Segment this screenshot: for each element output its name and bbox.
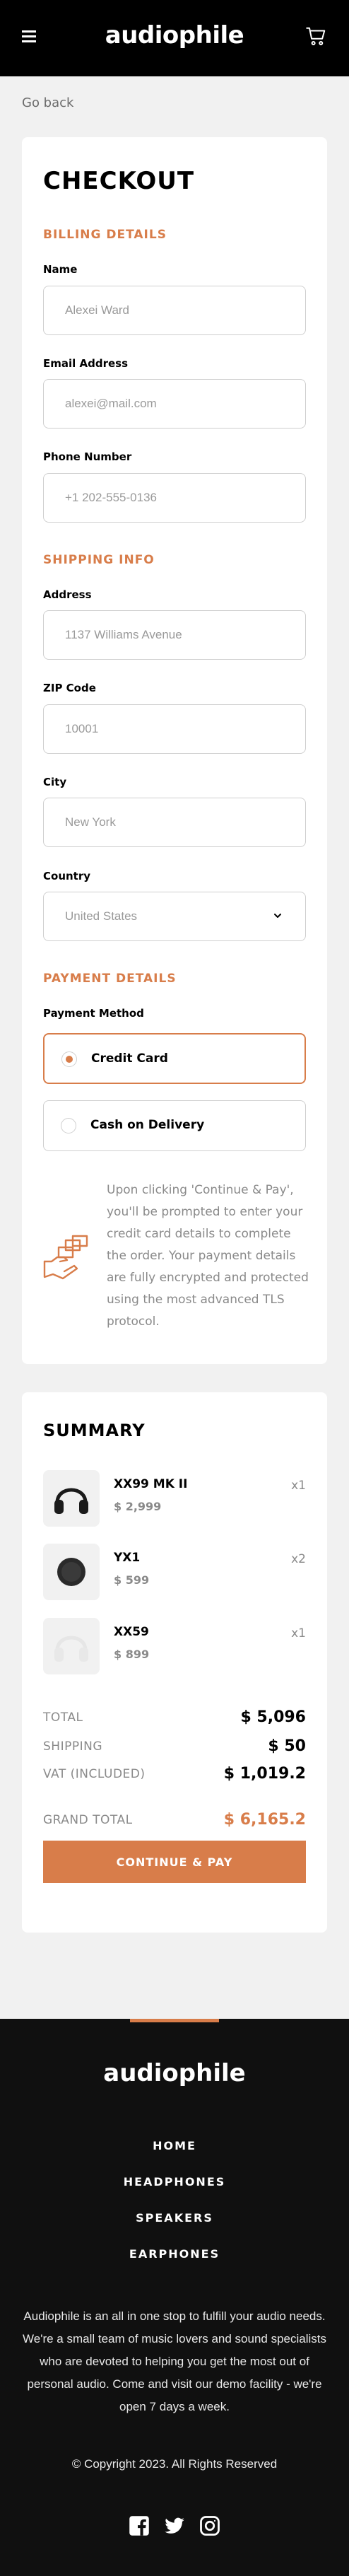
footer-nav-earphones[interactable]: EARPHONES bbox=[0, 2247, 349, 2261]
footer-nav-speakers[interactable]: SPEAKERS bbox=[0, 2211, 349, 2225]
continue-and-pay-button[interactable]: CONTINUE & PAY bbox=[43, 1841, 306, 1883]
city-label: City bbox=[43, 776, 67, 788]
footer: audiophile HOME HEADPHONES SPEAKERS EARP… bbox=[0, 2019, 349, 2576]
email-input[interactable] bbox=[43, 379, 306, 429]
item-name: XX59 bbox=[114, 1625, 149, 1639]
footer-nav-headphones[interactable]: HEADPHONES bbox=[0, 2175, 349, 2189]
email-label: Email Address bbox=[43, 357, 129, 370]
name-label: Name bbox=[43, 263, 78, 276]
item-quantity: x1 bbox=[291, 1479, 306, 1493]
zip-input[interactable] bbox=[43, 704, 306, 754]
credit-card-label: Credit Card bbox=[91, 1051, 168, 1066]
cash-on-delivery-label: Cash on Delivery bbox=[90, 1118, 205, 1132]
name-input[interactable] bbox=[43, 286, 306, 335]
phone-input[interactable] bbox=[43, 473, 306, 523]
zip-label: ZIP Code bbox=[43, 682, 96, 694]
twitter-icon[interactable] bbox=[164, 2515, 185, 2536]
cash-on-delivery-option[interactable]: Cash on Delivery bbox=[43, 1100, 306, 1151]
grand-total-label: GRAND TOTAL bbox=[43, 1813, 133, 1827]
footer-accent-bar bbox=[130, 2019, 219, 2022]
vat-label: VAT (INCLUDED) bbox=[43, 1767, 146, 1781]
radio-selected-icon bbox=[61, 1051, 77, 1067]
footer-logo[interactable]: audiophile bbox=[0, 2059, 349, 2087]
item-price: $ 899 bbox=[114, 1648, 150, 1661]
summary-title: SUMMARY bbox=[43, 1421, 146, 1440]
product-thumbnail bbox=[43, 1618, 100, 1674]
shipping-label: SHIPPING bbox=[43, 1739, 102, 1754]
billing-heading: BILLING DETAILS bbox=[43, 228, 167, 242]
instagram-icon[interactable] bbox=[199, 2515, 220, 2536]
product-thumbnail bbox=[43, 1544, 100, 1600]
cart-item: YX1 $ 599 x2 bbox=[43, 1544, 306, 1600]
product-thumbnail bbox=[43, 1470, 100, 1527]
page-title: CHECKOUT bbox=[43, 167, 195, 195]
address-label: Address bbox=[43, 588, 92, 601]
chevron-down-icon bbox=[274, 914, 281, 918]
city-input[interactable] bbox=[43, 798, 306, 847]
item-price: $ 599 bbox=[114, 1573, 150, 1587]
country-value: United States bbox=[65, 909, 138, 923]
country-label: Country bbox=[43, 870, 91, 882]
order-summary: SUMMARY XX99 MK II $ 2,999 x1 YX1 $ 599 … bbox=[22, 1392, 327, 1933]
item-name: XX99 MK II bbox=[114, 1477, 188, 1491]
header: audiophile bbox=[0, 0, 349, 76]
headphones-icon bbox=[54, 1636, 88, 1662]
copyright: © Copyright 2023. All Rights Reserved bbox=[71, 2457, 278, 2471]
radio-unselected-icon bbox=[61, 1118, 76, 1133]
logo[interactable]: audiophile bbox=[0, 21, 349, 49]
footer-nav-home[interactable]: HOME bbox=[0, 2139, 349, 2152]
payment-note: Upon clicking 'Continue & Pay', you'll b… bbox=[107, 1183, 309, 1329]
cash-on-delivery-icon bbox=[43, 1235, 88, 1280]
item-name: YX1 bbox=[114, 1551, 141, 1565]
total-label: TOTAL bbox=[43, 1710, 83, 1725]
item-price: $ 2,999 bbox=[114, 1500, 162, 1513]
payment-heading: PAYMENT DETAILS bbox=[43, 972, 177, 986]
phone-label: Phone Number bbox=[43, 450, 132, 463]
grand-total-value: $ 6,165.2 bbox=[223, 1811, 306, 1829]
credit-card-option[interactable]: Credit Card bbox=[43, 1033, 306, 1084]
vat-value: $ 1,019.2 bbox=[223, 1765, 306, 1783]
checkout-form: CHECKOUT BILLING DETAILS Name Email Addr… bbox=[22, 137, 327, 1364]
item-quantity: x2 bbox=[291, 1552, 306, 1566]
facebook-icon[interactable] bbox=[129, 2515, 150, 2536]
cart-item: XX99 MK II $ 2,999 x1 bbox=[43, 1470, 306, 1527]
total-value: $ 5,096 bbox=[240, 1708, 306, 1726]
footer-description: Audiophile is an all in one stop to fulf… bbox=[23, 2309, 326, 2413]
address-input[interactable] bbox=[43, 610, 306, 660]
item-quantity: x1 bbox=[291, 1626, 306, 1640]
headphones-icon bbox=[54, 1488, 88, 1514]
cart-icon[interactable] bbox=[306, 25, 327, 47]
shipping-heading: SHIPPING INFO bbox=[43, 553, 155, 567]
payment-method-label: Payment Method bbox=[43, 1007, 144, 1020]
country-select[interactable]: United States bbox=[43, 892, 306, 941]
cart-item: XX59 $ 899 x1 bbox=[43, 1618, 306, 1674]
go-back-link[interactable]: Go back bbox=[22, 95, 73, 110]
shipping-value: $ 50 bbox=[268, 1737, 306, 1755]
speaker-icon bbox=[57, 1558, 85, 1586]
